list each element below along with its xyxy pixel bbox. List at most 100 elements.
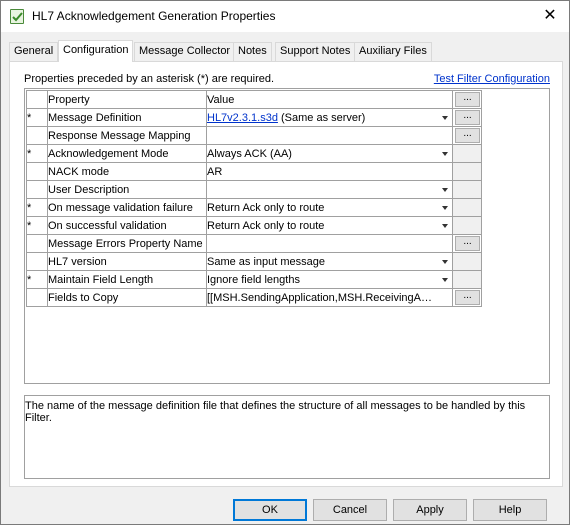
property-name: NACK mode xyxy=(47,162,207,181)
property-value-text: Return Ack only to route xyxy=(207,219,325,232)
apply-button[interactable]: Apply xyxy=(393,499,467,521)
property-row[interactable]: * Maintain Field Length Ignore field lengt… xyxy=(26,270,482,289)
tab-auxiliary-files[interactable]: Auxiliary Files xyxy=(354,42,432,61)
required-marker xyxy=(26,126,48,145)
property-name: HL7 version xyxy=(47,252,207,271)
required-marker: * xyxy=(26,270,48,289)
cancel-button[interactable]: Cancel xyxy=(313,499,387,521)
test-filter-configuration-link[interactable]: Test Filter Configuration xyxy=(434,73,550,85)
property-value-text: Return Ack only to route xyxy=(207,201,325,214)
required-marker xyxy=(26,288,48,307)
help-button[interactable]: Help xyxy=(473,499,547,521)
description-box: The name of the message definition file … xyxy=(24,395,550,479)
button-cell xyxy=(452,270,482,289)
property-row[interactable]: Response Message Mapping... xyxy=(26,126,482,145)
button-cell: ... xyxy=(452,126,482,145)
dropdown-arrow-icon[interactable] xyxy=(442,152,448,156)
tab-notes[interactable]: Notes xyxy=(233,42,272,61)
property-name: Message Definition xyxy=(47,108,207,127)
ellipsis-button[interactable]: ... xyxy=(455,236,480,251)
property-value[interactable]: Return Ack only to route xyxy=(206,216,453,235)
value-suffix: (Same as server) xyxy=(277,111,366,124)
property-name: On successful validation xyxy=(47,216,207,235)
property-value[interactable] xyxy=(206,180,453,199)
property-row[interactable]: Fields to Copy [[MSH.SendingApplication,M… xyxy=(26,288,482,307)
button-cell: ... xyxy=(452,234,482,253)
dropdown-arrow-icon[interactable] xyxy=(442,278,448,282)
dropdown-arrow-icon[interactable] xyxy=(442,206,448,210)
button-cell xyxy=(452,180,482,199)
property-value[interactable]: Ignore field lengths xyxy=(206,270,453,289)
title-bar: HL7 Acknowledgement Generation Propertie… xyxy=(1,1,569,32)
tab-configuration[interactable]: Configuration xyxy=(58,40,134,62)
tab-support-notes[interactable]: Support Notes xyxy=(275,42,356,61)
property-name: Maintain Field Length xyxy=(47,270,207,289)
property-value[interactable]: Always ACK (AA) xyxy=(206,144,453,163)
property-value[interactable] xyxy=(206,234,453,253)
property-value-text: Same as input message xyxy=(207,255,326,268)
property-row[interactable]: * On successful validation Return Ack only… xyxy=(26,216,482,235)
button-cell xyxy=(452,144,482,163)
property-value[interactable]: Same as input message xyxy=(206,252,453,271)
button-cell xyxy=(452,252,482,271)
header-star-cell xyxy=(26,90,48,109)
ellipsis-button[interactable]: ... xyxy=(455,110,480,125)
required-marker: * xyxy=(26,108,48,127)
property-value-text: Always ACK (AA) xyxy=(207,147,292,160)
property-row[interactable]: * Message Definition HL7v2.3.1.s3d (Same a… xyxy=(26,108,482,127)
dropdown-arrow-icon[interactable] xyxy=(442,260,448,264)
ok-button[interactable]: OK xyxy=(233,499,307,521)
grid-header-row: Property Value ... xyxy=(26,90,482,109)
property-value[interactable]: Return Ack only to route xyxy=(206,198,453,217)
property-description: The name of the message definition file … xyxy=(25,400,526,424)
required-marker: * xyxy=(26,198,48,217)
button-cell: ... xyxy=(452,108,482,127)
property-row[interactable]: NACK mode AR xyxy=(26,162,482,181)
property-row[interactable]: Message Errors Property Name... xyxy=(26,234,482,253)
property-value[interactable]: [[MSH.SendingApplication,MSH.ReceivingAp… xyxy=(206,288,453,307)
tab-message-collector[interactable]: Message Collector xyxy=(134,42,236,61)
required-hint: Properties preceded by an asterisk (*) a… xyxy=(24,73,275,85)
property-value-text: [[MSH.SendingApplication,MSH.ReceivingAp… xyxy=(207,291,433,304)
property-name: Response Message Mapping xyxy=(47,126,207,145)
tab-strip: General Configuration Message Collector … xyxy=(9,40,563,62)
header-button-cell: ... xyxy=(452,90,482,109)
property-table: Property Value ... * Message Definition HL… xyxy=(26,90,482,307)
property-row[interactable]: User Description xyxy=(26,180,482,199)
property-name: Message Errors Property Name xyxy=(47,234,207,253)
property-name: Acknowledgement Mode xyxy=(47,144,207,163)
property-name: Fields to Copy xyxy=(47,288,207,307)
header-property: Property xyxy=(47,90,207,109)
property-name: On message validation failure xyxy=(47,198,207,217)
button-cell xyxy=(452,198,482,217)
required-marker xyxy=(26,252,48,271)
button-cell: ... xyxy=(452,288,482,307)
property-value[interactable]: HL7v2.3.1.s3d (Same as server) xyxy=(206,108,453,127)
header-value: Value xyxy=(206,90,453,109)
property-grid: Property Value ... * Message Definition HL… xyxy=(24,88,550,384)
configuration-panel: Properties preceded by an asterisk (*) a… xyxy=(9,61,563,487)
required-marker xyxy=(26,180,48,199)
dropdown-arrow-icon[interactable] xyxy=(442,116,448,120)
property-value[interactable] xyxy=(206,126,453,145)
tab-general[interactable]: General xyxy=(9,42,59,61)
required-marker xyxy=(26,162,48,181)
property-row[interactable]: HL7 version Same as input message xyxy=(26,252,482,271)
message-definition-link[interactable]: HL7v2.3.1.s3d xyxy=(208,112,278,124)
required-marker: * xyxy=(26,144,48,163)
property-value-text: HL7v2.3.1.s3d (Same as server) xyxy=(208,111,433,124)
ellipsis-button[interactable]: ... xyxy=(455,290,480,305)
property-row[interactable]: * Acknowledgement Mode Always ACK (AA) xyxy=(26,144,482,163)
required-marker xyxy=(26,234,48,253)
window-title: HL7 Acknowledgement Generation Propertie… xyxy=(32,9,276,23)
dropdown-arrow-icon[interactable] xyxy=(442,224,448,228)
property-value-text: Ignore field lengths xyxy=(207,273,300,286)
header-ellipsis-button[interactable]: ... xyxy=(455,92,480,107)
button-cell xyxy=(452,162,482,181)
close-icon[interactable]: ✕ xyxy=(535,3,565,29)
property-row[interactable]: * On message validation failure Return Ack… xyxy=(26,198,482,217)
ellipsis-button[interactable]: ... xyxy=(455,128,480,143)
property-value[interactable]: AR xyxy=(206,162,453,181)
property-value-text: AR xyxy=(207,165,223,178)
dropdown-arrow-icon[interactable] xyxy=(442,188,448,192)
